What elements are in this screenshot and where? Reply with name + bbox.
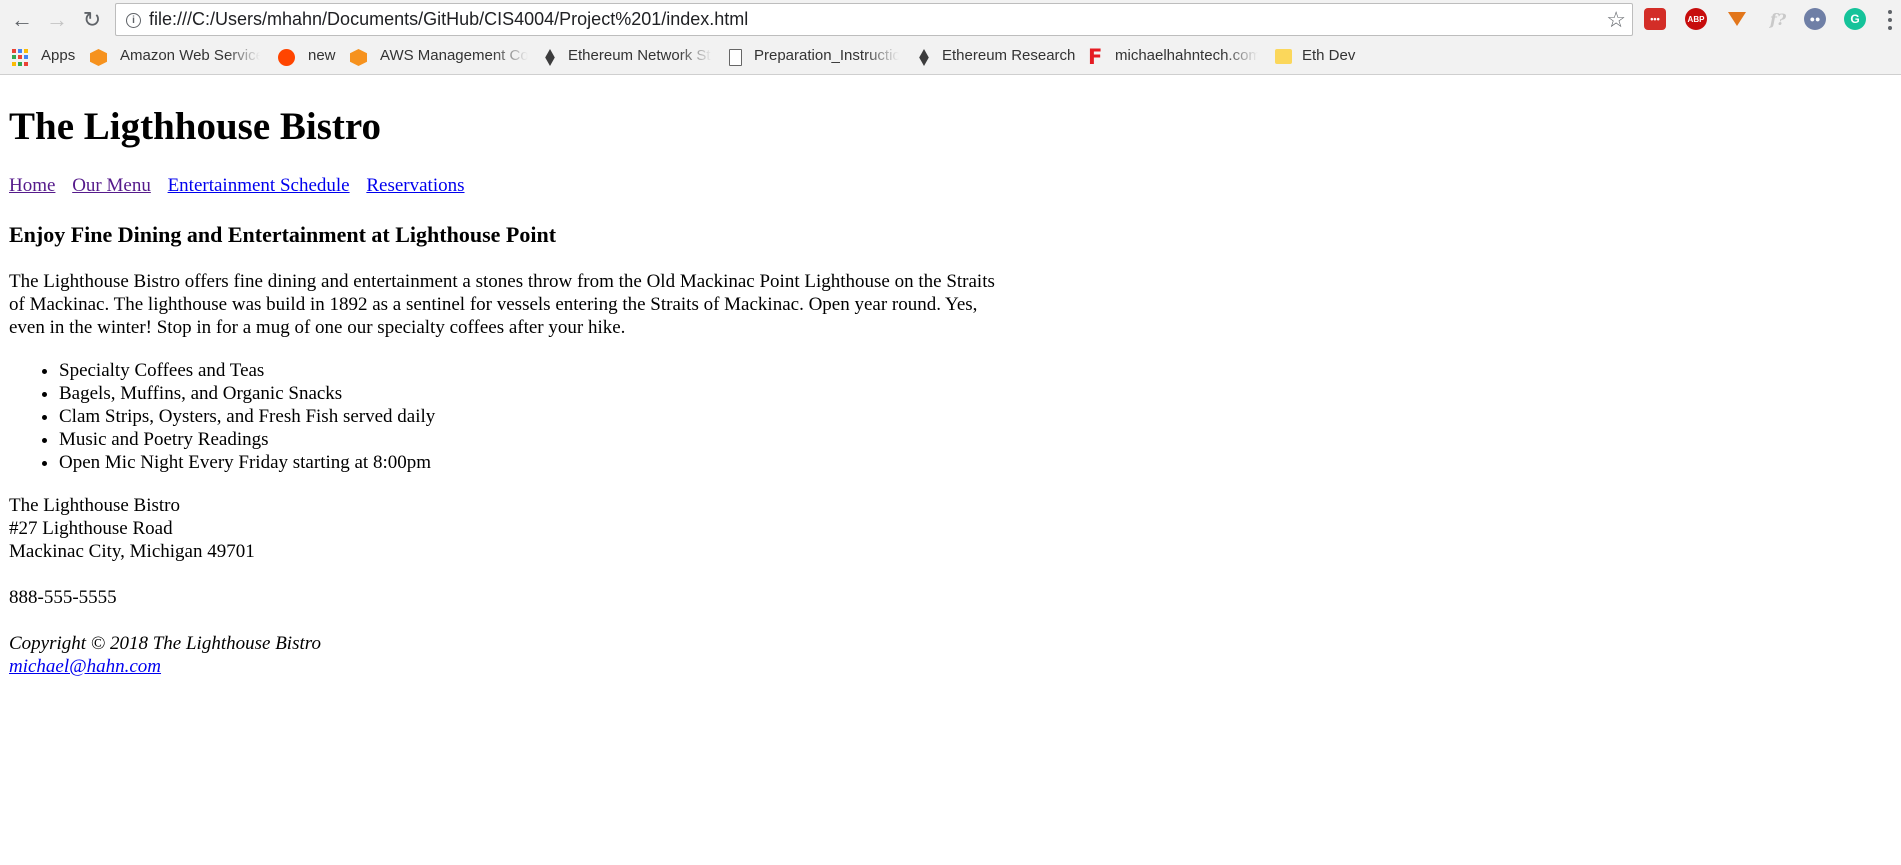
adblock-plus-icon[interactable]: ABP	[1685, 8, 1707, 30]
nav-link-reservations[interactable]: Reservations	[366, 175, 464, 196]
intro-paragraph: The Lighthouse Bistro offers fine dining…	[9, 271, 995, 338]
address-block: The Lighthouse Bistro #27 Lighthouse Roa…	[9, 494, 1889, 563]
grammarly-icon[interactable]: G	[1844, 8, 1866, 30]
list-item: Bagels, Muffins, and Organic Snacks	[59, 382, 1889, 405]
apps-grid-icon	[12, 49, 29, 66]
folder-icon	[1275, 49, 1292, 64]
bookmark-label: Eth Dev	[1302, 47, 1356, 64]
main-nav: Home Our Menu Entertainment Schedule Res…	[9, 175, 1889, 197]
browser-chrome: ← → ↻ i file:///C:/Users/mhahn/Documents…	[0, 0, 1901, 75]
formula-icon[interactable]: f?	[1767, 8, 1789, 30]
bookmark-label: michaelhahntech.com	[1115, 47, 1258, 64]
bookmark-label: Apps	[41, 47, 76, 64]
page-title: The Ligthhouse Bistro	[9, 105, 382, 148]
phone-number: 888-555-5555	[9, 587, 117, 608]
bookmark-ethereum-network-status[interactable]: Ethereum Network St	[542, 40, 712, 72]
list-item: Music and Poetry Readings	[59, 428, 1889, 451]
bookmark-new[interactable]: new	[278, 40, 348, 72]
document-icon	[729, 49, 742, 66]
bookmark-label: Ethereum Network St	[568, 47, 711, 64]
email-link[interactable]: michael@hahn.com	[9, 656, 161, 677]
nav-link-entertainment-schedule[interactable]: Entertainment Schedule	[168, 175, 350, 196]
list-item: Clam Strips, Oysters, and Fresh Fish ser…	[59, 405, 1889, 428]
bookmark-label: Ethereum Research	[942, 47, 1076, 64]
reload-icon[interactable]: ↻	[78, 6, 106, 34]
bookmark-label: Amazon Web Service	[120, 47, 260, 64]
bookmark-aws-management-console[interactable]: AWS Management Co	[350, 40, 528, 72]
aws-hexagon-icon	[90, 49, 107, 66]
info-icon[interactable]: i	[126, 13, 141, 28]
bookmark-amazon-web-services[interactable]: Amazon Web Service	[90, 40, 260, 72]
aws-hexagon-icon	[350, 49, 367, 66]
bookmark-label: new	[308, 47, 336, 64]
list-item: Specialty Coffees and Teas	[59, 359, 1889, 382]
metamask-fox-icon[interactable]	[1726, 8, 1748, 30]
browser-toolbar: ← → ↻ i file:///C:/Users/mhahn/Documents…	[0, 0, 1901, 40]
forward-arrow-icon[interactable]: →	[43, 6, 71, 34]
section-heading: Enjoy Fine Dining and Entertainment at L…	[9, 222, 557, 247]
bookmarks-bar: Apps Amazon Web Service new AWS Manageme…	[0, 40, 1901, 75]
lastpass-icon[interactable]: •••	[1644, 8, 1666, 30]
back-arrow-icon[interactable]: ←	[8, 6, 36, 34]
browser-menu-icon[interactable]	[1888, 10, 1892, 30]
bookmark-star-icon[interactable]: ☆	[1606, 7, 1626, 32]
f-letter-icon: F	[1088, 45, 1103, 69]
address-bar[interactable]: i file:///C:/Users/mhahn/Documents/GitHu…	[115, 3, 1633, 36]
address-city: Mackinac City, Michigan 49701	[9, 541, 255, 562]
bookmark-michaelhahntech[interactable]: F michaelhahntech.com	[1088, 40, 1258, 72]
url-text[interactable]: file:///C:/Users/mhahn/Documents/GitHub/…	[149, 4, 748, 35]
bookmark-label: AWS Management Co	[380, 47, 528, 64]
bookmark-apps[interactable]: Apps	[12, 40, 82, 72]
page-footer: Copyright © 2018 The Lighthouse Bistro m…	[9, 632, 1889, 678]
bookmark-label: Preparation_Instructio	[754, 47, 899, 64]
nav-link-our-menu[interactable]: Our Menu	[72, 175, 151, 196]
list-item: Open Mic Night Every Friday starting at …	[59, 451, 1889, 474]
reddit-icon	[278, 49, 295, 66]
bookmark-preparation-instructions[interactable]: Preparation_Instructio	[727, 40, 899, 72]
page-content: The Ligthhouse Bistro Home Our Menu Ente…	[9, 75, 1889, 678]
address-street: #27 Lighthouse Road	[9, 518, 173, 539]
features-list: Specialty Coffees and Teas Bagels, Muffi…	[9, 359, 1889, 474]
bookmark-ethereum-research[interactable]: Ethereum Research	[916, 40, 1076, 72]
spy-icon[interactable]: ●●	[1804, 8, 1826, 30]
bookmark-eth-dev-folder[interactable]: Eth Dev	[1275, 40, 1375, 72]
ethereum-icon	[919, 49, 929, 66]
copyright-text: Copyright © 2018 The Lighthouse Bistro	[9, 633, 321, 654]
ethereum-icon	[545, 49, 555, 66]
address-name: The Lighthouse Bistro	[9, 495, 180, 516]
nav-link-home[interactable]: Home	[9, 175, 55, 196]
